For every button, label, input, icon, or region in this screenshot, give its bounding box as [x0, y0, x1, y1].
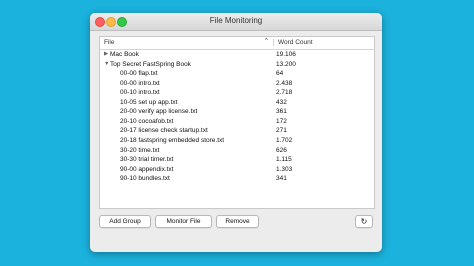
disclosure-triangle-icon[interactable]: ▶: [104, 50, 108, 59]
file-name-cell: 20-17 license check startup.txt: [120, 127, 208, 135]
word-count-cell: 271: [276, 127, 287, 135]
word-count-cell: 626: [276, 146, 287, 154]
file-name-cell: 30-30 trial timer.txt: [120, 156, 174, 164]
table-row[interactable]: 30-20 time.txt 626: [100, 146, 374, 155]
file-name-cell: 00-00 intro.txt: [120, 79, 160, 87]
file-name-cell: 20-00 verify app license.txt: [120, 108, 198, 116]
monitor-file-button[interactable]: Monitor File: [155, 215, 212, 228]
file-table[interactable]: File ^ Word Count ▶ Mac Book 19.106 ▼ Top Se…: [99, 36, 375, 209]
disclosure-triangle-icon[interactable]: ▼: [104, 60, 109, 69]
table-row[interactable]: 10-05 set up app.txt 432: [100, 98, 374, 107]
file-name-cell: Top Secret FastSpring Book: [110, 60, 191, 68]
table-row[interactable]: 20-18 fastspring embedded store.txt 1.702: [100, 136, 374, 145]
word-count-cell: 13.200: [276, 60, 296, 68]
title-bar[interactable]: File Monitoring: [90, 13, 382, 31]
chevron-up-icon: ^: [265, 38, 268, 44]
table-row[interactable]: 00-10 intro.txt 2.718: [100, 88, 374, 97]
file-name-cell: 00-10 intro.txt: [120, 89, 160, 97]
word-count-cell: 361: [276, 108, 287, 116]
file-name-cell: Mac Book: [110, 51, 139, 58]
add-group-button[interactable]: Add Group: [99, 215, 151, 228]
file-monitoring-window: File Monitoring File ^ Word Count ▶ Mac B…: [90, 13, 382, 252]
word-count-cell: 1.303: [276, 165, 293, 173]
word-count-cell: 64: [276, 70, 284, 78]
word-count-cell: 172: [276, 117, 287, 125]
file-name-cell: 20-10 cocoafob.txt: [120, 117, 174, 125]
column-header-word-count[interactable]: Word Count: [273, 39, 313, 46]
table-row[interactable]: ▶ Mac Book 19.106: [100, 50, 374, 59]
word-count-cell: 2.438: [276, 79, 293, 87]
refresh-button[interactable]: ↻: [355, 215, 373, 228]
window-title: File Monitoring: [209, 16, 263, 25]
file-name-cell: 90-10 bundles.txt: [120, 175, 170, 183]
refresh-icon: ↻: [360, 217, 368, 226]
table-row[interactable]: 90-10 bundles.txt 341: [100, 174, 374, 183]
file-name-cell: 20-18 fastspring embedded store.txt: [120, 136, 225, 144]
table-row[interactable]: 20-00 verify app license.txt 361: [100, 107, 374, 116]
file-name-cell: 30-20 time.txt: [120, 146, 160, 154]
table-row[interactable]: ▼ Top Secret FastSpring Book 13.200: [100, 60, 374, 69]
word-count-cell: 19.106: [276, 51, 296, 58]
word-count-cell: 1.702: [276, 136, 293, 144]
word-count-cell: 1.115: [276, 156, 292, 164]
remove-button[interactable]: Remove: [216, 215, 259, 228]
table-row[interactable]: 90-00 appendix.txt 1.303: [100, 165, 374, 174]
word-count-cell: 2.718: [276, 89, 293, 97]
table-header: File ^ Word Count: [100, 37, 374, 50]
table-row[interactable]: 30-30 trial timer.txt 1.115: [100, 155, 374, 164]
column-header-file[interactable]: File: [104, 39, 114, 46]
file-name-cell: 90-00 appendix.txt: [120, 165, 174, 173]
file-name-cell: 10-05 set up app.txt: [120, 98, 178, 106]
word-count-cell: 341: [276, 175, 287, 183]
file-name-cell: 00-00 flap.txt: [120, 70, 158, 78]
table-row[interactable]: 20-17 license check startup.txt 271: [100, 126, 374, 135]
word-count-cell: 432: [276, 98, 287, 106]
table-row[interactable]: 00-00 intro.txt 2.438: [100, 79, 374, 88]
table-row[interactable]: 00-00 flap.txt 64: [100, 69, 374, 78]
table-row[interactable]: 20-10 cocoafob.txt 172: [100, 117, 374, 126]
